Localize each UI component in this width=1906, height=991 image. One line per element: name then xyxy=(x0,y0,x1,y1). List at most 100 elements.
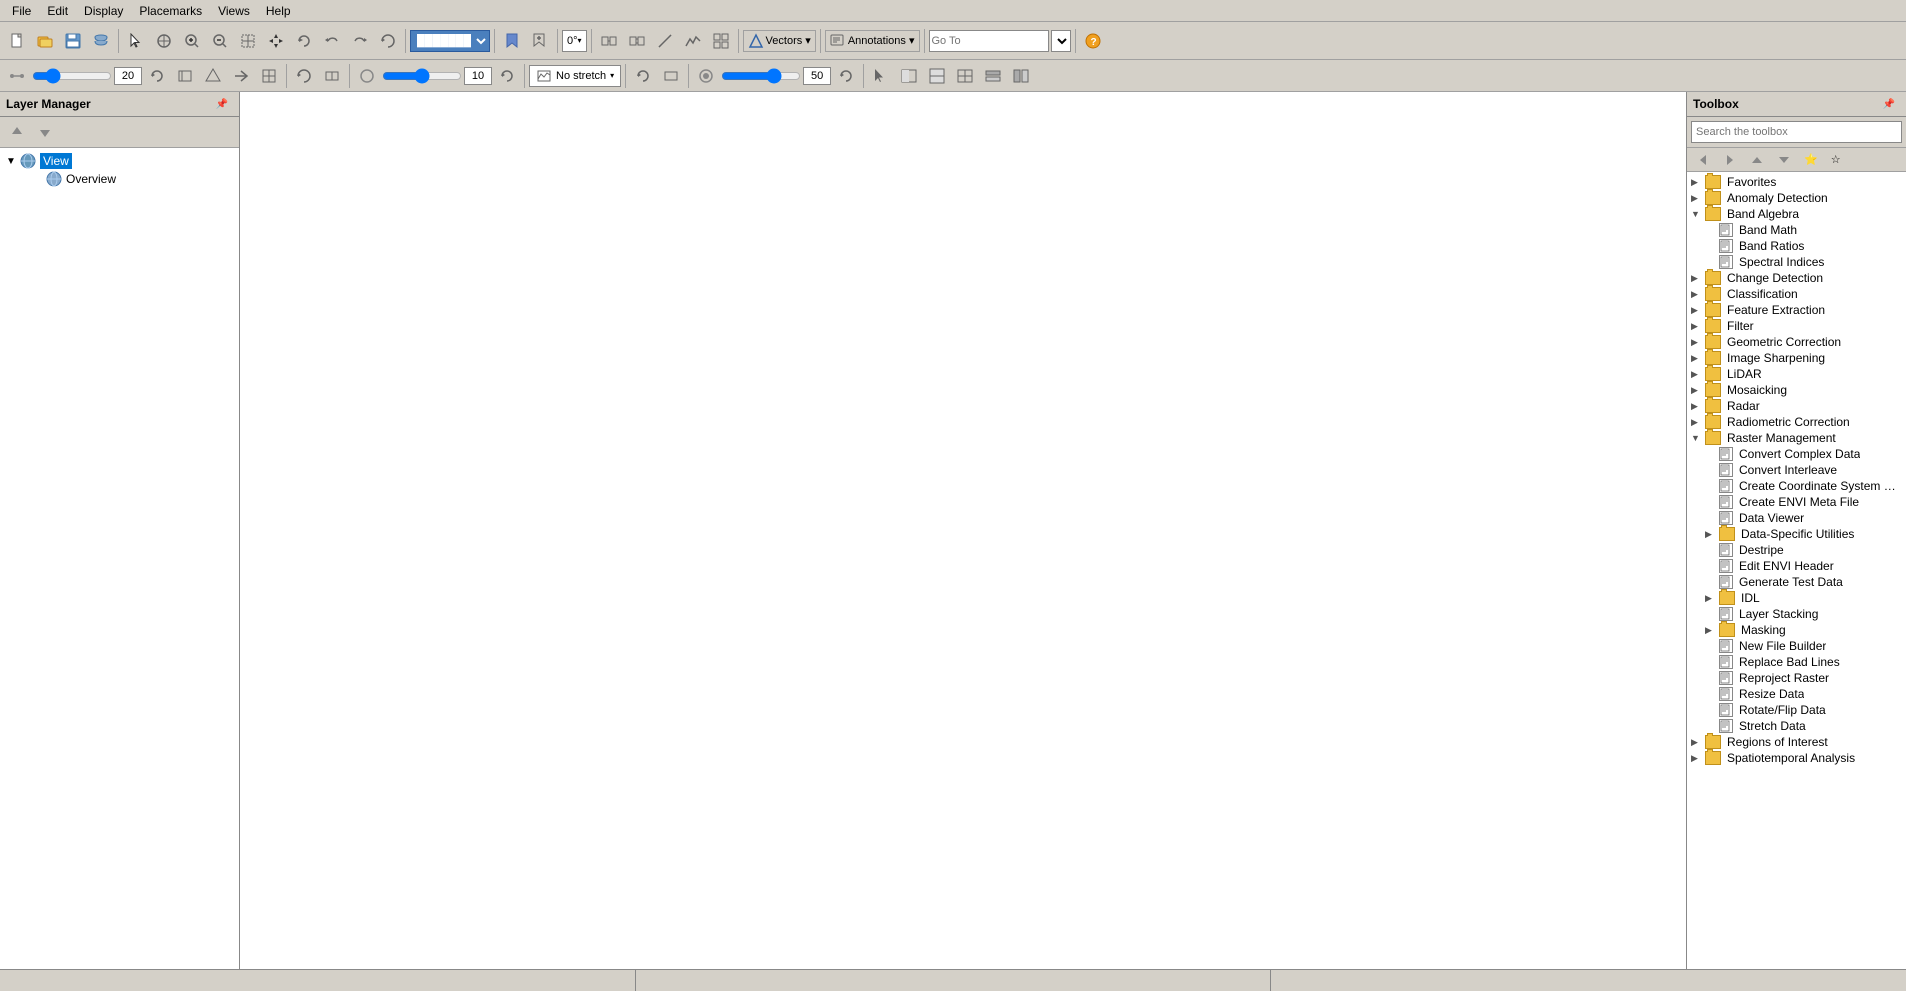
tb2-refresh1[interactable] xyxy=(144,63,170,89)
toolbox-item-spatiotemporal[interactable]: ▶ Spatiotemporal Analysis xyxy=(1689,750,1904,766)
toolbox-item-band_math[interactable]: Band Math xyxy=(1689,222,1904,238)
toggle-favorites[interactable]: ▶ xyxy=(1691,177,1705,188)
toggle-lidar[interactable]: ▶ xyxy=(1691,369,1705,380)
data-manager-button[interactable] xyxy=(88,28,114,54)
toggle-filter[interactable]: ▶ xyxy=(1691,321,1705,332)
stretch-dropdown[interactable]: No stretch ▾ xyxy=(529,65,621,87)
toolbox-item-filter[interactable]: ▶ Filter xyxy=(1689,318,1904,334)
refresh-button[interactable] xyxy=(375,28,401,54)
layer-view-toggle[interactable]: ▼ xyxy=(6,156,18,167)
tb2-circle2[interactable] xyxy=(693,63,719,89)
tb2-refresh2[interactable] xyxy=(494,63,520,89)
toolbox-item-geometric_correction[interactable]: ▶ Geometric Correction xyxy=(1689,334,1904,350)
tb2-refresh3[interactable] xyxy=(630,63,656,89)
toggle-anomaly[interactable]: ▶ xyxy=(1691,193,1705,204)
toolbox-item-reproject_raster[interactable]: Reproject Raster xyxy=(1689,670,1904,686)
menu-edit[interactable]: Edit xyxy=(39,2,76,20)
toggle-change_detection[interactable]: ▶ xyxy=(1691,273,1705,284)
measure-button[interactable] xyxy=(652,28,678,54)
toolbox-item-idl[interactable]: ▶ IDL xyxy=(1689,590,1904,606)
toolbox-item-anomaly[interactable]: ▶ Anomaly Detection xyxy=(1689,190,1904,206)
tb2-refresh4[interactable] xyxy=(833,63,859,89)
toolbox-item-band_algebra[interactable]: ▼ Band Algebra xyxy=(1689,206,1904,222)
toolbox-item-radar[interactable]: ▶ Radar xyxy=(1689,398,1904,414)
layer-down-button[interactable] xyxy=(32,119,58,145)
toolbox-item-favorites[interactable]: ▶ Favorites xyxy=(1689,174,1904,190)
toggle-feature_extraction[interactable]: ▶ xyxy=(1691,305,1705,316)
tb2-lr-button[interactable] xyxy=(1008,63,1034,89)
toolbox-item-resize_data[interactable]: Resize Data xyxy=(1689,686,1904,702)
toolbox-item-raster_management[interactable]: ▼ Raster Management xyxy=(1689,430,1904,446)
annotations-dropdown[interactable]: Annotations ▾ xyxy=(825,30,920,52)
toggle-band_algebra[interactable]: ▼ xyxy=(1691,209,1705,219)
toolbox-item-regions_of_interest[interactable]: ▶ Regions of Interest xyxy=(1689,734,1904,750)
toolbox-item-change_detection[interactable]: ▶ Change Detection xyxy=(1689,270,1904,286)
toggle-raster_management[interactable]: ▼ xyxy=(1691,433,1705,443)
toggle-radar[interactable]: ▶ xyxy=(1691,401,1705,412)
toolbox-item-data_specific[interactable]: ▶ Data-Specific Utilities xyxy=(1689,526,1904,542)
tb2-circle1[interactable] xyxy=(354,63,380,89)
toolbox-item-classification[interactable]: ▶ Classification xyxy=(1689,286,1904,302)
goto-dropdown[interactable]: ▾ xyxy=(1051,30,1071,52)
toggle-radiometric_correction[interactable]: ▶ xyxy=(1691,417,1705,428)
toolbox-item-stretch_data[interactable]: Stretch Data xyxy=(1689,718,1904,734)
toggle-image_sharpening[interactable]: ▶ xyxy=(1691,353,1705,364)
toolbox-item-replace_bad_lines[interactable]: Replace Bad Lines xyxy=(1689,654,1904,670)
toolbox-item-lidar[interactable]: ▶ LiDAR xyxy=(1689,366,1904,382)
toolbox-search-input[interactable] xyxy=(1691,121,1902,143)
toolbox-back-button[interactable] xyxy=(1691,151,1715,169)
toolbox-item-layer_stacking[interactable]: Layer Stacking xyxy=(1689,606,1904,622)
open-file-button[interactable] xyxy=(32,28,58,54)
toolbox-item-new_file_builder[interactable]: New File Builder xyxy=(1689,638,1904,654)
toolbox-item-create_envi_meta[interactable]: Create ENVI Meta File xyxy=(1689,494,1904,510)
toggle-masking[interactable]: ▶ xyxy=(1705,625,1719,636)
toggle-regions_of_interest[interactable]: ▶ xyxy=(1691,737,1705,748)
layer-up-button[interactable] xyxy=(4,119,30,145)
sync-button[interactable] xyxy=(624,28,650,54)
toolbox-item-edit_envi_header[interactable]: Edit ENVI Header xyxy=(1689,558,1904,574)
toolbox-item-convert_complex[interactable]: Convert Complex Data xyxy=(1689,446,1904,462)
layer-select[interactable]: ████████ xyxy=(410,30,490,52)
tb2-btn8[interactable] xyxy=(319,63,345,89)
vectors-dropdown[interactable]: Vectors ▾ xyxy=(743,30,816,52)
tb2-link-button[interactable] xyxy=(952,63,978,89)
menu-display[interactable]: Display xyxy=(76,2,131,20)
gamma-slider[interactable] xyxy=(721,68,801,84)
toolbox-pin[interactable]: 📌 xyxy=(1878,95,1900,113)
redo-button[interactable] xyxy=(347,28,373,54)
layer-tree-item-overview[interactable]: ▶ Overview xyxy=(4,170,235,188)
tb2-btn3[interactable] xyxy=(172,63,198,89)
toolbox-item-create_coordinate[interactable]: Create Coordinate System St... xyxy=(1689,478,1904,494)
angle-dropdown[interactable]: 0° 0° ▾ xyxy=(562,30,587,52)
toolbox-star-button[interactable]: ⭐ xyxy=(1799,151,1823,169)
grid-button[interactable] xyxy=(708,28,734,54)
pointer-button[interactable] xyxy=(123,28,149,54)
toolbox-up-button[interactable] xyxy=(1745,151,1769,169)
layer-tree-item-view[interactable]: ▼ View xyxy=(4,152,235,170)
tb2-cursor-button[interactable] xyxy=(868,63,894,89)
contrast-slider[interactable] xyxy=(382,68,462,84)
tb2-btn7[interactable] xyxy=(291,63,317,89)
toolbox-item-generate_test[interactable]: Generate Test Data xyxy=(1689,574,1904,590)
toolbox-item-convert_interleave[interactable]: Convert Interleave xyxy=(1689,462,1904,478)
toggle-geometric_correction[interactable]: ▶ xyxy=(1691,337,1705,348)
zoom-home-button[interactable] xyxy=(151,28,177,54)
pan-button[interactable] xyxy=(263,28,289,54)
toolbox-star2-button[interactable]: ☆ xyxy=(1826,151,1846,169)
menu-placemarks[interactable]: Placemarks xyxy=(131,2,210,20)
zoom-region-button[interactable] xyxy=(235,28,261,54)
toolbox-item-destripe[interactable]: Destripe xyxy=(1689,542,1904,558)
tb2-btn4[interactable] xyxy=(200,63,226,89)
help-button[interactable]: ? xyxy=(1080,28,1106,54)
toggle-idl[interactable]: ▶ xyxy=(1705,593,1719,604)
tb2-image-button[interactable] xyxy=(896,63,922,89)
toolbox-forward-button[interactable] xyxy=(1718,151,1742,169)
zoom-in-button[interactable] xyxy=(179,28,205,54)
rotate-button[interactable] xyxy=(291,28,317,54)
toolbox-item-radiometric_correction[interactable]: ▶ Radiometric Correction xyxy=(1689,414,1904,430)
profile-button[interactable] xyxy=(680,28,706,54)
toggle-spatiotemporal[interactable]: ▶ xyxy=(1691,753,1705,764)
layer-manager-pin[interactable]: 📌 xyxy=(211,95,233,113)
toggle-mosaicking[interactable]: ▶ xyxy=(1691,385,1705,396)
tb2-full-button[interactable] xyxy=(924,63,950,89)
